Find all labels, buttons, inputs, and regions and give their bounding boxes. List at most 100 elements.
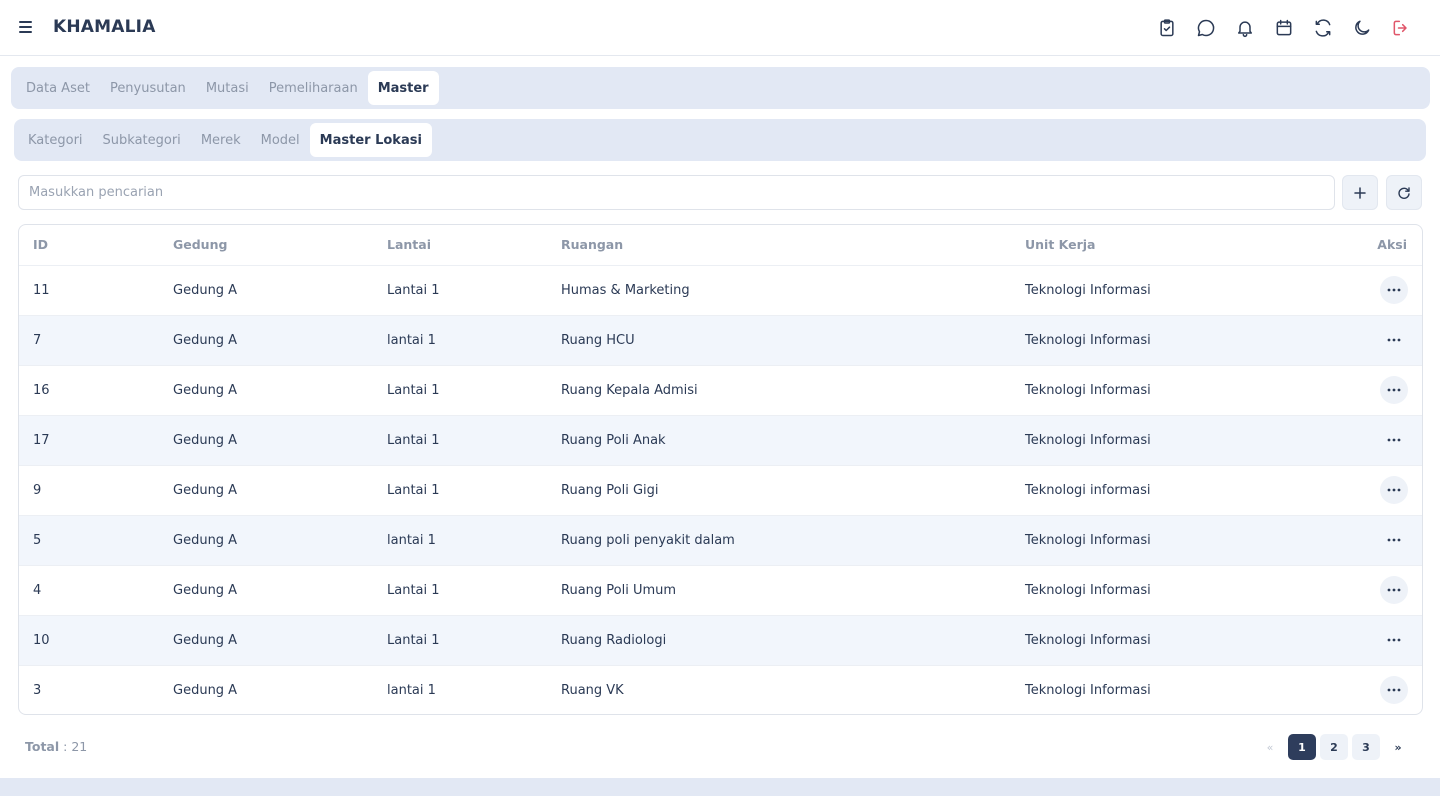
cell-lantai: lantai 1 (387, 532, 436, 548)
column-header-unit-kerja: Unit Kerja (1011, 225, 1311, 266)
more-horizontal-icon (1387, 288, 1401, 292)
tab-master-lokasi[interactable]: Master Lokasi (309, 123, 432, 157)
cell-unit-kerja: Teknologi Informasi (1025, 432, 1151, 448)
refresh-icon[interactable] (1312, 17, 1334, 39)
more-horizontal-icon (1387, 338, 1401, 342)
calendar-icon[interactable] (1273, 17, 1295, 39)
cell-unit-kerja: Teknologi Informasi (1025, 382, 1151, 398)
cell-gedung: Gedung A (173, 532, 238, 548)
add-button[interactable] (1342, 175, 1378, 210)
table-row: 3 Gedung A lantai 1 Ruang VK Teknologi Infor… (19, 665, 1422, 714)
clipboard-check-icon[interactable] (1156, 17, 1178, 39)
cell-gedung: Gedung A (173, 282, 238, 298)
cell-gedung: Gedung A (173, 382, 238, 398)
tab-subkategori[interactable]: Subkategori (93, 123, 191, 157)
column-header-aksi: Aksi (1311, 225, 1422, 266)
tab-merek[interactable]: Merek (191, 123, 251, 157)
app-title: KHAMALIA (53, 17, 156, 37)
cell-id: 3 (33, 682, 42, 698)
reload-button[interactable] (1386, 175, 1422, 210)
menu-icon[interactable] (18, 18, 38, 38)
bell-icon[interactable] (1234, 17, 1256, 39)
row-actions-button[interactable] (1380, 426, 1408, 454)
row-actions-button[interactable] (1380, 576, 1408, 604)
cell-ruangan: Ruang VK (561, 682, 624, 698)
cell-aksi (1311, 465, 1422, 515)
cell-lantai: Lantai 1 (387, 632, 440, 648)
row-actions-button[interactable] (1380, 376, 1408, 404)
table-row: 4 Gedung A Lantai 1 Ruang Poli Umum Teknolog… (19, 565, 1422, 615)
cell-lantai: lantai 1 (387, 332, 436, 348)
cell-ruangan: Ruang Poli Gigi (561, 482, 659, 498)
tab-pemeliharaan[interactable]: Pemeliharaan (259, 71, 368, 105)
tab-data-aset[interactable]: Data Aset (16, 71, 100, 105)
tab-model[interactable]: Model (251, 123, 310, 157)
cell-id: 16 (33, 382, 50, 398)
refresh-icon (1398, 186, 1410, 199)
table-row: 16 Gedung A Lantai 1 Ruang Kepala Admisi Tek… (19, 365, 1422, 415)
tab-penyusutan[interactable]: Penyusutan (100, 71, 196, 105)
cell-lantai: Lantai 1 (387, 482, 440, 498)
table-row: 17 Gedung A Lantai 1 Ruang Poli Anak Teknolo… (19, 415, 1422, 465)
cell-gedung: Gedung A (173, 482, 238, 498)
logout-icon[interactable] (1390, 17, 1412, 39)
cell-unit-kerja: Teknologi informasi (1025, 482, 1151, 498)
cell-ruangan: Ruang Radiologi (561, 632, 667, 648)
pagination-page-1[interactable]: 1 (1288, 734, 1316, 760)
cell-aksi (1311, 565, 1422, 615)
cell-gedung: Gedung A (173, 432, 238, 448)
tab-master[interactable]: Master (367, 71, 439, 105)
main-tabs: Data Aset Penyusutan Mutasi Pemeliharaan… (11, 67, 1430, 109)
cell-unit-kerja: Teknologi Informasi (1025, 532, 1151, 548)
more-horizontal-icon (1387, 588, 1401, 592)
cell-unit-kerja: Teknologi Informasi (1025, 682, 1151, 698)
cell-id: 17 (33, 432, 50, 448)
row-actions-button[interactable] (1380, 326, 1408, 354)
cell-ruangan: Ruang Poli Umum (561, 582, 677, 598)
pagination-page-3[interactable]: 3 (1352, 734, 1380, 760)
cell-lantai: Lantai 1 (387, 582, 440, 598)
table-header-row: ID Gedung Lantai Ruangan Unit Kerja Aksi (19, 225, 1422, 266)
cell-id: 11 (33, 282, 50, 298)
search-input[interactable] (18, 175, 1335, 210)
column-header-gedung: Gedung (159, 225, 373, 266)
cell-gedung: Gedung A (173, 632, 238, 648)
cell-unit-kerja: Teknologi Informasi (1025, 332, 1151, 348)
cell-lantai: Lantai 1 (387, 382, 440, 398)
more-horizontal-icon (1387, 388, 1401, 392)
cell-ruangan: Ruang poli penyakit dalam (561, 532, 735, 548)
cell-aksi (1311, 315, 1422, 365)
cell-id: 4 (33, 582, 42, 598)
cell-id: 10 (33, 632, 50, 648)
cell-lantai: Lantai 1 (387, 282, 440, 298)
more-horizontal-icon (1387, 438, 1401, 442)
column-header-ruangan: Ruangan (547, 225, 1011, 266)
column-header-lantai: Lantai (373, 225, 547, 266)
total-value: : 21 (59, 739, 88, 754)
row-actions-button[interactable] (1380, 526, 1408, 554)
chat-icon[interactable] (1195, 17, 1217, 39)
cell-unit-kerja: Teknologi Informasi (1025, 632, 1151, 648)
pagination-next[interactable]: » (1384, 734, 1412, 760)
cell-gedung: Gedung A (173, 682, 238, 698)
row-actions-button[interactable] (1380, 676, 1408, 705)
table-row: 5 Gedung A lantai 1 Ruang poli penyakit dal… (19, 515, 1422, 565)
cell-aksi (1311, 665, 1422, 714)
moon-icon[interactable] (1351, 17, 1373, 39)
sub-tabs: Kategori Subkategori Merek Model Master … (14, 119, 1426, 161)
cell-ruangan: Ruang Kepala Admisi (561, 382, 698, 398)
pagination-prev[interactable]: « (1256, 734, 1284, 760)
tab-kategori[interactable]: Kategori (18, 123, 93, 157)
cell-id: 9 (33, 482, 42, 498)
cell-lantai: Lantai 1 (387, 432, 440, 448)
top-bar: KHAMALIA (0, 0, 1440, 56)
more-horizontal-icon (1387, 488, 1401, 492)
pagination-page-2[interactable]: 2 (1320, 734, 1348, 760)
row-actions-button[interactable] (1380, 276, 1408, 304)
row-actions-button[interactable] (1380, 626, 1408, 654)
row-actions-button[interactable] (1380, 476, 1408, 504)
table-row: 11 Gedung A Lantai 1 Humas & Marketing Tekno… (19, 265, 1422, 315)
cell-gedung: Gedung A (173, 332, 238, 348)
cell-ruangan: Humas & Marketing (561, 282, 690, 298)
tab-mutasi[interactable]: Mutasi (196, 71, 259, 105)
